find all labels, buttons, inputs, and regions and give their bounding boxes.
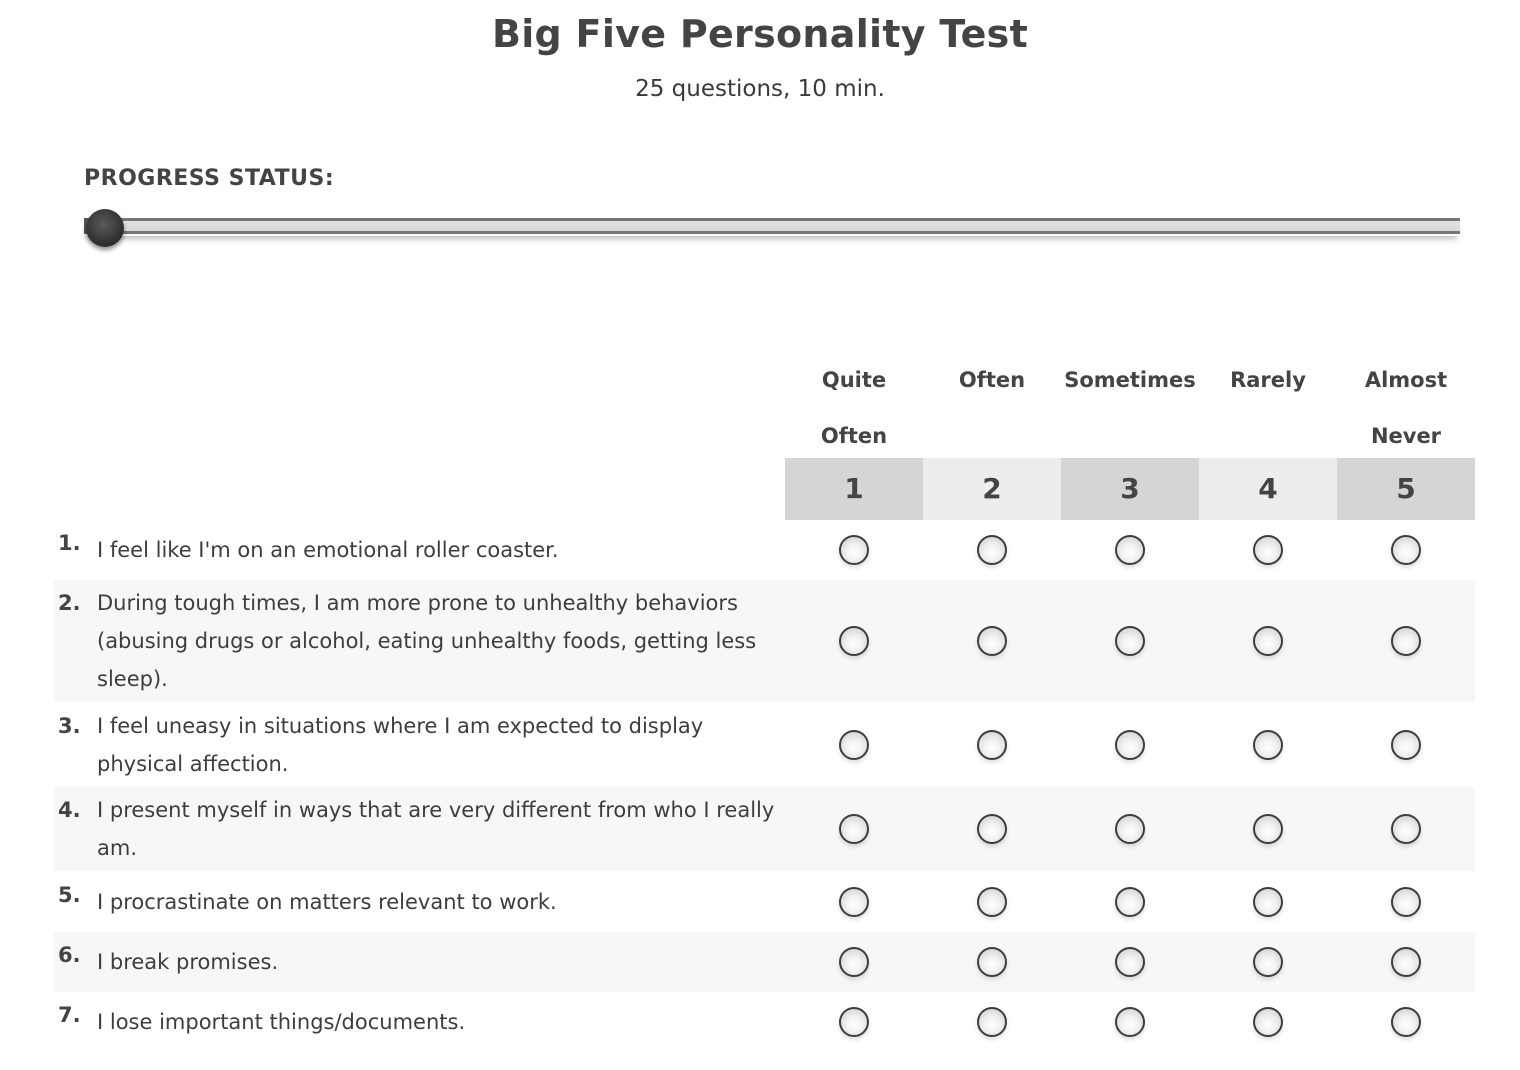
answer-options [785, 886, 1475, 917]
progress-knob[interactable] [85, 209, 124, 247]
question-number: 4. [58, 798, 81, 822]
question-text: During tough times, I am more prone to u… [97, 591, 757, 691]
answer-radio-1[interactable] [839, 947, 869, 977]
scale-column-1: Quite Often 1 [785, 352, 923, 520]
progress-bar [84, 209, 1460, 247]
question-text: I procrastinate on matters relevant to w… [97, 889, 557, 914]
scale-header: Quite Often 1 Often 2 Sometimes 3 Rarely… [785, 352, 1475, 520]
scale-label: Sometimes [1064, 368, 1196, 392]
question-row: 3. I feel uneasy in situations where I a… [54, 702, 1475, 787]
scale-number: 1 [785, 458, 923, 520]
answer-radio-5[interactable] [1391, 626, 1421, 656]
scale-number: 2 [923, 458, 1061, 520]
question-list: 1. I feel like I'm on an emotional rolle… [54, 520, 1475, 1052]
answer-radio-5[interactable] [1391, 814, 1421, 844]
question-row: 6. I break promises. [54, 932, 1475, 992]
question-text: I feel like I'm on an emotional roller c… [97, 538, 559, 562]
answer-radio-3[interactable] [1115, 1007, 1145, 1037]
scale-label: Rarely [1230, 368, 1306, 392]
answer-radio-2[interactable] [977, 1007, 1007, 1037]
question-row: 1. I feel like I'm on an emotional rolle… [54, 520, 1475, 580]
question-text: I break promises. [97, 950, 279, 974]
scale-label: Often [958, 368, 1026, 392]
scale-column-3: Sometimes 3 [1061, 352, 1199, 520]
answer-options [785, 814, 1475, 844]
answer-radio-4[interactable] [1253, 729, 1283, 760]
answer-options [785, 729, 1475, 760]
answer-radio-3[interactable] [1115, 626, 1145, 656]
question-number: 3. [58, 713, 81, 738]
question-number: 6. [58, 943, 81, 967]
answer-radio-4[interactable] [1253, 947, 1283, 977]
answer-radio-4[interactable] [1253, 814, 1283, 844]
answer-radio-5[interactable] [1391, 729, 1421, 760]
answer-radio-3[interactable] [1115, 729, 1145, 760]
answer-radio-1[interactable] [839, 1007, 869, 1037]
answer-radio-5[interactable] [1391, 535, 1421, 565]
answer-options [785, 626, 1475, 656]
answer-radio-4[interactable] [1253, 1007, 1283, 1037]
question-text: I feel uneasy in situations where I am e… [97, 713, 704, 776]
scale-label: Almost Never [1364, 368, 1448, 448]
answer-radio-1[interactable] [839, 535, 869, 565]
answer-radio-3[interactable] [1115, 535, 1145, 565]
answer-radio-2[interactable] [977, 947, 1007, 977]
answer-radio-4[interactable] [1253, 535, 1283, 565]
scale-number: 4 [1199, 458, 1337, 520]
question-text: I lose important things/documents. [97, 1010, 466, 1034]
answer-options [785, 1007, 1475, 1037]
answer-radio-1[interactable] [839, 729, 869, 760]
scale-number: 3 [1061, 458, 1199, 520]
answer-radio-2[interactable] [977, 886, 1007, 917]
scale-number: 5 [1337, 458, 1475, 520]
answer-radio-4[interactable] [1253, 886, 1283, 917]
question-row: 4. I present myself in ways that are ver… [54, 787, 1475, 871]
question-row: 7. I lose important things/documents. [54, 992, 1475, 1052]
answer-options [785, 535, 1475, 565]
answer-radio-3[interactable] [1115, 947, 1145, 977]
answer-radio-3[interactable] [1115, 886, 1145, 917]
question-number: 2. [58, 591, 81, 615]
page-subtitle: 25 questions, 10 min. [635, 76, 885, 102]
scale-column-5: Almost Never 5 [1337, 352, 1475, 520]
question-row: 5. I procrastinate on matters relevant t… [54, 871, 1475, 932]
question-row: 2. During tough times, I am more prone t… [54, 580, 1475, 702]
scale-label: Quite Often [820, 368, 888, 448]
answer-options [785, 947, 1475, 977]
answer-radio-5[interactable] [1391, 886, 1421, 917]
question-number: 1. [58, 531, 81, 555]
scale-column-2: Often 2 [923, 352, 1061, 520]
page-title: Big Five Personality Test [491, 12, 1029, 56]
answer-radio-1[interactable] [839, 626, 869, 656]
answer-radio-2[interactable] [977, 626, 1007, 656]
question-number: 7. [58, 1003, 81, 1027]
answer-radio-4[interactable] [1253, 626, 1283, 656]
answer-radio-2[interactable] [977, 814, 1007, 844]
answer-radio-5[interactable] [1391, 947, 1421, 977]
answer-radio-3[interactable] [1115, 814, 1145, 844]
scale-column-4: Rarely 4 [1199, 352, 1337, 520]
question-number: 5. [58, 882, 81, 907]
answer-radio-5[interactable] [1391, 1007, 1421, 1037]
answer-radio-1[interactable] [839, 814, 869, 844]
progress-label: PROGRESS STATUS: [84, 166, 335, 191]
question-text: I present myself in ways that are very d… [97, 798, 775, 860]
answer-radio-1[interactable] [839, 886, 869, 917]
answer-radio-2[interactable] [977, 535, 1007, 565]
answer-radio-2[interactable] [977, 729, 1007, 760]
